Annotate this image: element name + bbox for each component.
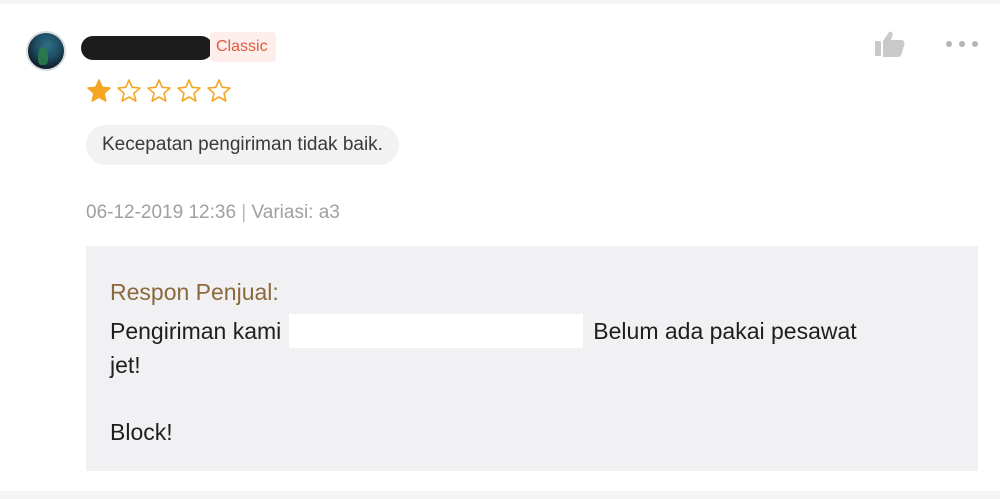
review-meta: 06-12-2019 12:36 | Variasi: a3 xyxy=(86,200,340,226)
seller-reply-line-3: Block! xyxy=(110,419,173,445)
star-filled-icon xyxy=(87,79,111,102)
review-variation: Variasi: a3 xyxy=(251,202,340,223)
star-outline-icon xyxy=(207,79,231,102)
seller-reply-line-1-suffix: Belum ada pakai pesawat xyxy=(593,318,857,345)
username-redacted xyxy=(81,36,213,60)
avatar[interactable] xyxy=(26,31,66,71)
seller-reply-line-1: Pengiriman kami Belum ada pakai pesawat xyxy=(110,314,960,350)
seller-reply-line-2: jet! xyxy=(110,352,141,378)
review-date: 06-12-2019 12:36 xyxy=(86,202,237,223)
seller-reply-box: Respon Penjual: Pengiriman kami Belum ada… xyxy=(86,246,978,471)
review-tag: Kecepatan pengiriman tidak baik. xyxy=(86,125,399,165)
seller-reply-label: Respon Penjual: xyxy=(110,279,279,305)
more-horizontal-icon[interactable] xyxy=(944,34,980,54)
star-outline-icon xyxy=(117,79,141,102)
thumbs-up-icon[interactable] xyxy=(874,30,906,58)
star-outline-icon xyxy=(177,79,201,102)
seller-reply-line-1-prefix: Pengiriman kami xyxy=(110,318,282,345)
redacted-text-block xyxy=(289,314,584,348)
meta-separator: | xyxy=(241,202,247,223)
review-card: Classic Kecepatan pengiriman tidak baik.… xyxy=(0,4,1000,491)
star-outline-icon xyxy=(147,79,171,102)
membership-badge: Classic xyxy=(210,32,276,62)
star-rating xyxy=(86,78,232,104)
